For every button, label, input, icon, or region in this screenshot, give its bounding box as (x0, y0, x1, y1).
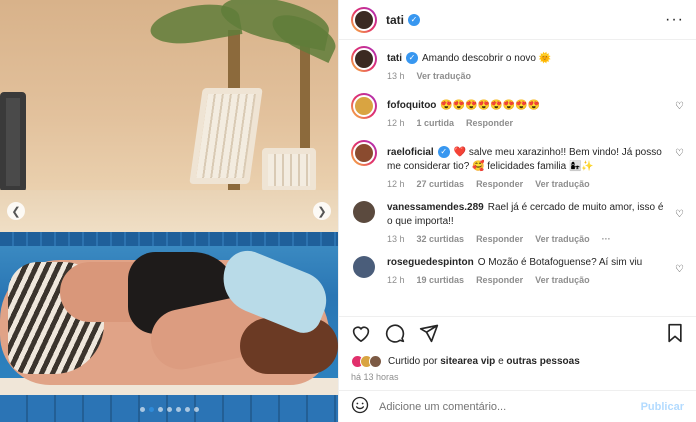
reply-button[interactable]: Responder (466, 116, 513, 130)
chevron-left-icon: ❮ (11, 205, 21, 218)
avatar-image (353, 142, 375, 164)
comment-item: roseguedespinton O Mozão é Botafoguense? … (351, 256, 684, 287)
likes-and: e (498, 355, 504, 367)
other-likers-link[interactable]: outras pessoas (506, 356, 579, 367)
translate-link[interactable]: Ver tradução (535, 273, 590, 287)
verified-badge-icon: ✓ (437, 146, 450, 159)
author-username[interactable]: tati (386, 13, 404, 27)
more-options-icon[interactable]: ··· (665, 11, 684, 29)
commenter-avatar[interactable] (351, 140, 377, 166)
avatar-image (353, 8, 375, 31)
likes-prefix: Curtido por (388, 355, 438, 367)
dark-chair (0, 92, 26, 192)
post-header: tati ✓ ··· (339, 0, 696, 40)
comment-likes[interactable]: 19 curtidas (417, 273, 465, 287)
avatar-image (353, 95, 375, 117)
comment-icon[interactable] (385, 323, 405, 346)
share-icon[interactable] (419, 323, 439, 346)
author-avatar[interactable] (351, 6, 377, 33)
comment-more-icon[interactable]: ··· (602, 232, 611, 246)
commenter-username[interactable]: vanessamendes.289 (387, 202, 484, 213)
comment-likes[interactable]: 32 curtidas (417, 232, 465, 246)
heart-icon[interactable] (351, 324, 371, 345)
post-photo[interactable]: ❮ ❯ (0, 0, 338, 422)
previous-photo-button[interactable]: ❮ (7, 202, 25, 220)
caption-time[interactable]: 13 h (387, 69, 405, 83)
comment-item: raeloficial ✓ ❤️ salve meu xarazinho!! Bem… (351, 140, 684, 191)
comment-likes[interactable]: 1 curtida (417, 116, 455, 130)
carousel-dot (175, 407, 181, 412)
likes-summary: Curtido por sitearea vip e outras pessoa… (339, 352, 696, 370)
comment-like-heart-icon[interactable]: ♡ (675, 148, 684, 159)
verified-badge-icon: ✓ (406, 52, 418, 65)
carousel-dot-active (148, 407, 154, 412)
carousel-dot (184, 407, 190, 412)
comment-input[interactable] (379, 400, 641, 413)
comment-text: 😍😍😍😍😍😍😍😍 (440, 100, 541, 111)
comment-item: fofoquitoo 😍😍😍😍😍😍😍😍 12 h 1 curtida Respon… (351, 93, 684, 130)
comment-likes[interactable]: 27 curtidas (417, 177, 465, 191)
author-avatar[interactable] (351, 46, 377, 72)
commenter-avatar[interactable] (353, 256, 375, 278)
post-action-bar (339, 316, 696, 352)
carousel-dot (193, 407, 199, 412)
caption-author[interactable]: tati (387, 53, 402, 64)
comment-item: vanessamendes.289 Rael já é cercado de mu… (351, 201, 684, 246)
comment-like-heart-icon[interactable]: ♡ (675, 209, 684, 220)
commenter-avatar[interactable] (351, 93, 377, 119)
translate-link[interactable]: Ver tradução (535, 177, 590, 191)
publish-button[interactable]: Publicar (641, 401, 684, 413)
translate-link[interactable]: Ver tradução (535, 232, 590, 246)
comment-time[interactable]: 12 h (387, 116, 405, 130)
caption-text: Amando descobrir o novo 🌞 (422, 53, 552, 64)
carousel-indicator (0, 407, 338, 412)
post-timestamp[interactable]: há 13 horas (339, 370, 696, 390)
comment-time[interactable]: 13 h (387, 232, 405, 246)
comment-text: O Mozão é Botafoguense? Aí sim viu (477, 257, 643, 268)
comment-time[interactable]: 12 h (387, 177, 405, 191)
reply-button[interactable]: Responder (476, 232, 523, 246)
caption-translate-link[interactable]: Ver tradução (417, 69, 472, 83)
comment-like-heart-icon[interactable]: ♡ (675, 101, 684, 112)
avatar-image (353, 48, 375, 70)
comment-like-heart-icon[interactable]: ♡ (675, 264, 684, 275)
post-side-panel: tati ✓ ··· tati ✓ Amando descobrir o novo … (338, 0, 696, 422)
comment-time[interactable]: 12 h (387, 273, 405, 287)
carousel-dot (139, 407, 145, 412)
commenter-username[interactable]: fofoquitoo (387, 100, 436, 111)
commenter-username[interactable]: raeloficial (387, 147, 434, 158)
liker-avatar (369, 354, 382, 368)
lounge-chair (262, 148, 316, 192)
comments-list: tati ✓ Amando descobrir o novo 🌞 13 h Ver … (339, 40, 696, 316)
pool-tiles (0, 232, 338, 246)
verified-badge-icon: ✓ (408, 13, 420, 26)
comment-composer: Publicar (339, 390, 696, 422)
emoji-icon[interactable] (351, 396, 369, 417)
carousel-dot (166, 407, 172, 412)
commenter-avatar[interactable] (353, 201, 375, 223)
chevron-right-icon: ❯ (317, 205, 327, 218)
next-photo-button[interactable]: ❯ (313, 202, 331, 220)
bookmark-icon[interactable] (666, 323, 684, 346)
reply-button[interactable]: Responder (476, 273, 523, 287)
instagram-post: ❮ ❯ tati ✓ ··· tati ✓ Amando descobrir o… (0, 0, 696, 422)
pool-deck (0, 190, 338, 235)
liker-username[interactable]: sitearea vip (440, 356, 495, 367)
caption: tati ✓ Amando descobrir o novo 🌞 13 h Ver … (351, 46, 684, 83)
carousel-dot (157, 407, 163, 412)
commenter-username[interactable]: roseguedespinton (387, 257, 474, 268)
reply-button[interactable]: Responder (476, 177, 523, 191)
